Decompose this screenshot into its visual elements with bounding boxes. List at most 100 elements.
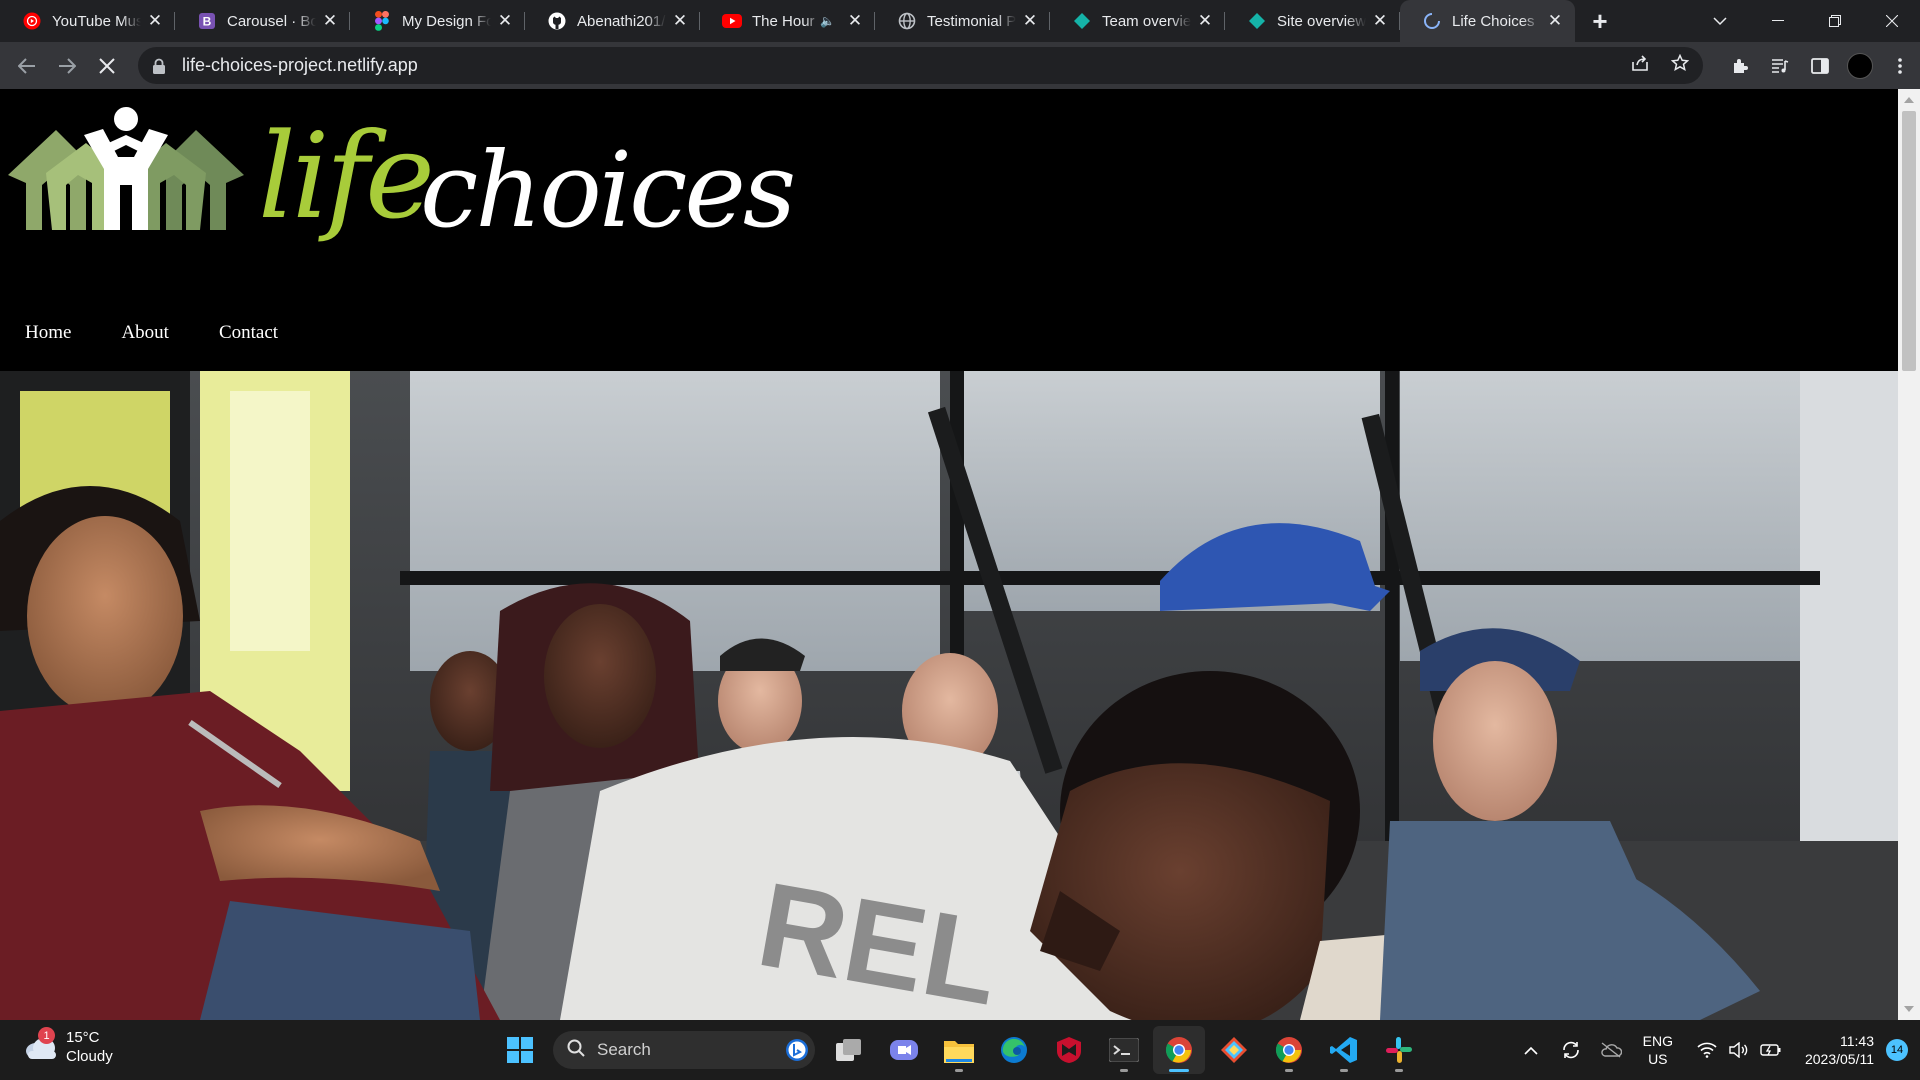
cloudy-weather-icon: 1	[22, 1027, 58, 1061]
bing-icon[interactable]	[785, 1038, 809, 1067]
logo-life-text: life	[258, 107, 435, 245]
file-explorer-icon[interactable]	[933, 1026, 985, 1074]
battery-icon[interactable]	[1755, 1034, 1787, 1066]
globe-icon	[897, 11, 917, 31]
edge-browser-icon[interactable]	[988, 1026, 1040, 1074]
teams-chat-icon[interactable]	[878, 1026, 930, 1074]
netlify-icon	[1072, 11, 1092, 31]
close-icon[interactable]: ✕	[495, 11, 515, 31]
menu-kebab-icon[interactable]	[1880, 46, 1920, 86]
close-icon[interactable]: ✕	[845, 11, 865, 31]
restore-button[interactable]	[1806, 0, 1863, 42]
search-label: Search	[597, 1040, 651, 1059]
tab-search-icon[interactable]	[1700, 0, 1740, 42]
tab-github[interactable]: Abenathi201/ ✕	[525, 0, 700, 42]
tab-figma[interactable]: My Design For ✕	[350, 0, 525, 42]
tab-title: Site overview	[1277, 12, 1366, 30]
hero-classroom-photo: REL	[0, 371, 1898, 1020]
close-window-button[interactable]	[1863, 0, 1920, 42]
minimize-button[interactable]	[1749, 0, 1806, 42]
page-scrollbar[interactable]	[1898, 89, 1920, 1020]
sync-icon[interactable]	[1555, 1034, 1587, 1066]
tab-youtube[interactable]: The Hour 🔈 ✕	[700, 0, 875, 42]
media-controls-icon[interactable]	[1760, 46, 1800, 86]
tab-bootstrap[interactable]: B Carousel · Bootstrap ✕	[175, 0, 350, 42]
life-choices-logo-icon[interactable]	[8, 105, 244, 235]
lock-icon[interactable]	[152, 58, 168, 74]
address-bar[interactable]: life-choices-project.netlify.app	[138, 47, 1703, 84]
forward-button[interactable]	[47, 46, 87, 86]
scrollbar-thumb[interactable]	[1902, 111, 1916, 371]
bookmark-star-icon[interactable]	[1670, 53, 1690, 77]
system-clock[interactable]: 11:43 2023/05/11	[1805, 1032, 1874, 1068]
site-header: life choices Home About Contact	[0, 89, 1898, 371]
close-icon[interactable]: ✕	[320, 11, 340, 31]
taskbar-apps: Search	[494, 1026, 1428, 1074]
volume-icon[interactable]	[1723, 1034, 1755, 1066]
extensions-icon[interactable]	[1720, 46, 1760, 86]
svg-text:B: B	[203, 15, 212, 29]
close-icon[interactable]: ✕	[1370, 11, 1390, 31]
tab-site-overview[interactable]: Site overview ✕	[1225, 0, 1400, 42]
task-view-icon[interactable]	[823, 1026, 875, 1074]
share-icon[interactable]	[1631, 54, 1649, 77]
vscode-icon[interactable]	[1318, 1026, 1370, 1074]
tab-strip: YouTube Music ✕ B Carousel · Bootstrap ✕…	[0, 0, 1920, 42]
close-icon[interactable]: ✕	[1545, 11, 1565, 31]
close-icon[interactable]: ✕	[145, 11, 165, 31]
onedrive-offline-icon[interactable]	[1595, 1034, 1627, 1066]
youtube-music-icon	[22, 11, 42, 31]
tab-testimonial[interactable]: Testimonial Pa ✕	[875, 0, 1050, 42]
weather-badge: 1	[38, 1027, 55, 1044]
terminal-icon[interactable]	[1098, 1026, 1150, 1074]
slack-icon[interactable]	[1373, 1026, 1425, 1074]
tab-title: Life Choices	[1452, 12, 1535, 30]
tab-title: Abenathi201/	[577, 12, 666, 30]
url-text: life-choices-project.netlify.app	[182, 55, 418, 75]
window-controls	[1749, 0, 1920, 42]
chevron-up-icon[interactable]	[1515, 1034, 1547, 1066]
tab-youtube-music[interactable]: YouTube Music ✕	[0, 0, 175, 42]
mute-icon[interactable]: 🔈	[820, 14, 835, 28]
nav-about-link[interactable]: About	[121, 322, 169, 344]
tab-life-choices[interactable]: Life Choices ✕	[1400, 0, 1575, 42]
tab-title: Team overview	[1102, 12, 1191, 30]
weather-description: Cloudy	[66, 1048, 113, 1065]
chrome-icon[interactable]	[1153, 1026, 1205, 1074]
weather-temperature: 15°C	[66, 1029, 100, 1046]
git-tool-icon[interactable]	[1208, 1026, 1260, 1074]
scroll-up-arrow-icon[interactable]	[1904, 97, 1914, 103]
stop-loading-button[interactable]	[87, 46, 127, 86]
nav-home-link[interactable]: Home	[25, 322, 71, 344]
side-panel-icon[interactable]	[1800, 46, 1840, 86]
running-indicator	[955, 1069, 963, 1072]
weather-widget[interactable]: 1 15°C Cloudy	[22, 1027, 113, 1066]
taskbar-search-box[interactable]: Search	[553, 1031, 815, 1069]
close-icon[interactable]: ✕	[670, 11, 690, 31]
tab-team-overview[interactable]: Team overview ✕	[1050, 0, 1225, 42]
github-icon	[547, 11, 567, 31]
mcafee-icon[interactable]	[1043, 1026, 1095, 1074]
new-tab-button[interactable]: +	[1575, 0, 1625, 42]
running-indicator	[1340, 1069, 1348, 1072]
windows-start-icon[interactable]	[494, 1026, 546, 1074]
close-icon[interactable]: ✕	[1195, 11, 1215, 31]
language-indicator[interactable]: ENG US	[1643, 1032, 1673, 1068]
back-button[interactable]	[7, 46, 47, 86]
nav-contact-link[interactable]: Contact	[219, 322, 278, 344]
tab-title: Testimonial Pa	[927, 12, 1016, 30]
close-icon[interactable]: ✕	[1020, 11, 1040, 31]
chrome-profile-icon[interactable]	[1263, 1026, 1315, 1074]
running-indicator	[1120, 1069, 1128, 1072]
scroll-down-arrow-icon[interactable]	[1904, 1006, 1914, 1012]
profile-avatar[interactable]	[1847, 52, 1873, 79]
tab-title: The Hour	[752, 12, 815, 30]
wifi-icon[interactable]	[1691, 1034, 1723, 1066]
language-code: ENG	[1642, 1033, 1673, 1049]
keyboard-layout: US	[1648, 1051, 1668, 1067]
notification-badge[interactable]: 14	[1886, 1039, 1908, 1061]
system-tray: ENG US 11:43 2023/05/11 14	[1515, 1020, 1920, 1080]
running-indicator	[1395, 1069, 1403, 1072]
search-icon	[567, 1039, 585, 1062]
active-indicator	[1169, 1069, 1189, 1072]
